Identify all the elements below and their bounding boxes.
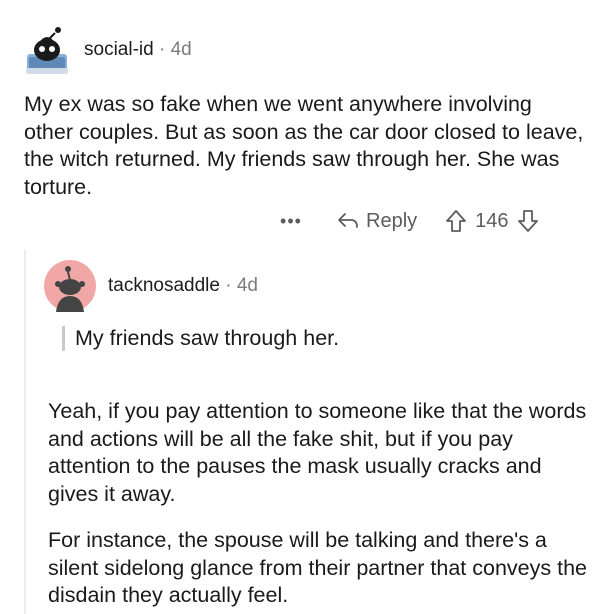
quote-bar — [62, 326, 65, 351]
vote-control: 146 — [445, 209, 538, 233]
post-author[interactable]: social-id — [84, 39, 154, 60]
vote-count: 146 — [475, 209, 509, 232]
user-avatar[interactable] — [24, 24, 70, 76]
dot-separator: · — [158, 39, 171, 60]
comment-actions: ••• Reply 146 — [276, 205, 539, 237]
dot-separator: · — [225, 275, 237, 296]
reply-arrow-icon — [338, 213, 358, 228]
snoo-avatar-icon[interactable] — [44, 260, 96, 312]
reply-label: Reply — [366, 209, 418, 232]
reply-button[interactable]: Reply — [336, 210, 417, 233]
thread-line[interactable] — [24, 250, 26, 614]
reply-age: 4d — [236, 275, 258, 296]
reply-author[interactable]: tacknosaddle — [108, 275, 220, 296]
post-age: 4d — [170, 39, 192, 60]
reply-paragraph: Yeah, if you pay attention to someone li… — [48, 399, 587, 506]
upvote-arrow-icon[interactable] — [445, 209, 467, 233]
quote-text: My friends saw through her. — [75, 326, 340, 350]
more-options-button[interactable]: ••• — [276, 211, 306, 232]
quote-block: My friends saw through her. — [62, 326, 339, 351]
comment-header: social-id · 4d — [24, 20, 192, 80]
reply-header: tacknosaddle · 4d — [44, 260, 258, 312]
comment-body: My ex was so fake when we went anywhere … — [24, 92, 584, 199]
reply-paragraph: For instance, the spouse will be talking… — [48, 528, 587, 607]
downvote-arrow-icon[interactable] — [517, 209, 539, 233]
